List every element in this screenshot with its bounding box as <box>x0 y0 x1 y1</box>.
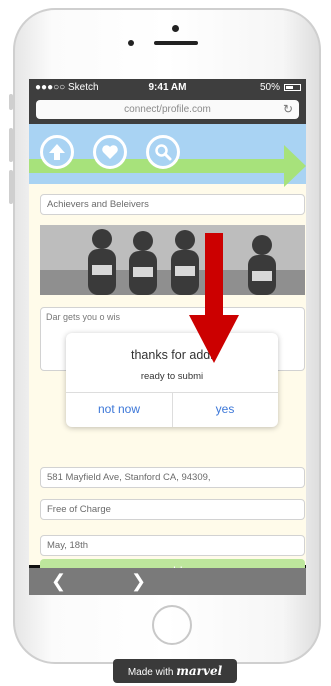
reload-icon[interactable]: ↻ <box>283 100 293 119</box>
url-text: connect/profile.com <box>124 104 211 115</box>
search-button[interactable] <box>146 135 180 169</box>
url-field[interactable]: connect/profile.com ↻ <box>36 100 299 119</box>
red-arrow-annotation-icon <box>189 233 239 363</box>
dialog-title: thanks for addi <box>131 348 213 362</box>
profile-page: Achievers and Beleivers Dar gets you o w… <box>29 124 306 595</box>
up-arrow-icon <box>49 144 65 160</box>
not-now-button[interactable]: not now <box>66 392 172 427</box>
yes-button[interactable]: yes <box>172 392 278 427</box>
battery-percent: 50% <box>259 82 280 93</box>
date-field[interactable]: May, 18th <box>40 535 305 556</box>
chevron-left-icon[interactable]: ❮ <box>51 568 66 595</box>
earpiece-speaker <box>154 41 198 45</box>
progress-arrow-head <box>284 145 306 187</box>
dialog-message: ready to submi <box>140 371 204 382</box>
volume-up-button <box>9 128 13 162</box>
volume-down-button <box>9 170 13 204</box>
home-up-button[interactable] <box>40 135 74 169</box>
front-sensor <box>128 40 134 46</box>
group-name-field[interactable]: Achievers and Beleivers <box>40 194 305 215</box>
confirm-dialog: thanks for addi ready to submi not now y… <box>66 333 278 427</box>
home-button[interactable] <box>152 605 192 645</box>
camera <box>172 25 179 32</box>
marvel-logo: marvel <box>176 664 223 678</box>
battery-icon <box>284 84 301 91</box>
group-photo <box>40 225 305 295</box>
phone-screen: ●●●○○ Sketch 9:41 AM 50% connect/profile… <box>29 79 306 595</box>
status-bar: ●●●○○ Sketch 9:41 AM 50% <box>29 79 306 96</box>
search-icon <box>155 144 172 161</box>
top-navigation <box>29 124 306 187</box>
made-with-marvel-badge[interactable]: Made with marvel <box>113 659 237 683</box>
group-photo-figures <box>40 225 305 295</box>
browser-url-bar: connect/profile.com ↻ <box>29 96 306 124</box>
heart-icon <box>102 145 118 159</box>
browser-toolbar: ❮ ❯ <box>29 568 306 595</box>
chevron-right-icon[interactable]: ❯ <box>131 568 146 595</box>
price-field[interactable]: Free of Charge <box>40 499 305 520</box>
mute-switch <box>9 94 13 110</box>
favorites-button[interactable] <box>93 135 127 169</box>
address-field[interactable]: 581 Mayfield Ave, Stanford CA, 94309, <box>40 467 305 488</box>
made-with-label: Made with <box>127 667 174 678</box>
